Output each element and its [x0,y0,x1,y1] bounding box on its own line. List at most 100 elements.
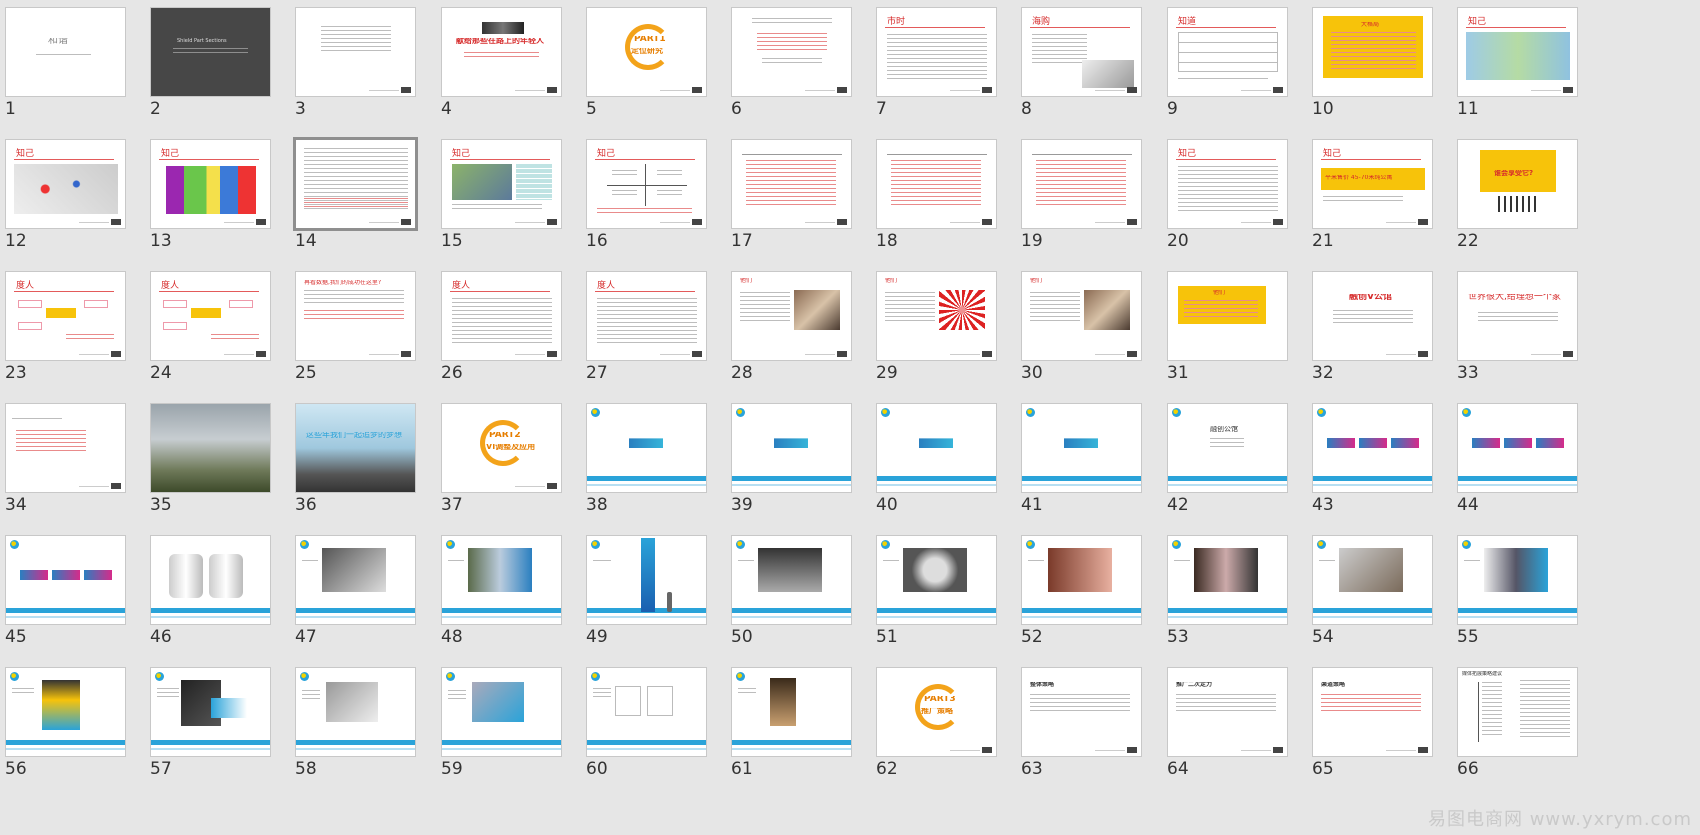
slide-preview[interactable]: 再看数据,我们的成功在这里? [295,271,416,361]
slide-thumbnail-35[interactable]: 35 [145,396,271,536]
slide-preview[interactable]: 他们 [1167,271,1288,361]
slide-thumbnail-66[interactable]: 媒体拓展策略建议 66 [1452,660,1578,800]
slide-thumbnail-56[interactable]: 56 [0,660,126,800]
slide-preview[interactable]: PART1 定位研究 [586,7,707,97]
slide-preview[interactable] [731,403,852,493]
slide-preview[interactable]: 知己 [1457,7,1578,97]
slide-thumbnail-12[interactable]: 知己 12 [0,132,126,272]
slide-preview[interactable] [1021,535,1142,625]
slide-thumbnail-46[interactable]: 46 [145,528,271,668]
slide-thumbnail-32[interactable]: 融创V公馆 32 [1307,264,1433,404]
slide-preview[interactable] [731,139,852,229]
slide-thumbnail-43[interactable]: 43 [1307,396,1433,536]
slide-thumbnail-61[interactable]: 61 [726,660,852,800]
slide-thumbnail-60[interactable]: 60 [581,660,707,800]
slide-thumbnail-57[interactable]: 57 [145,660,271,800]
slide-preview[interactable]: 知己 [1167,139,1288,229]
slide-preview[interactable]: 知己 平米售价 45-70米纯公寓 [1312,139,1433,229]
slide-thumbnail-49[interactable]: 49 [581,528,707,668]
slide-preview[interactable] [150,403,271,493]
slide-thumbnail-59[interactable]: 59 [436,660,562,800]
slide-preview[interactable] [876,139,997,229]
slide-thumbnail-48[interactable]: 48 [436,528,562,668]
slide-thumbnail-36[interactable]: 这些年我们一起追梦的梦想 36 [290,396,416,536]
slide-preview[interactable]: PART2 VI调整及应用 [441,403,562,493]
slide-thumbnail-2[interactable]: Shield Part Sections 2 [145,0,271,140]
slide-thumbnail-6[interactable]: 6 [726,0,852,140]
slide-thumbnail-10[interactable]: 大格局 10 [1307,0,1433,140]
slide-preview[interactable] [441,535,562,625]
slide-thumbnail-50[interactable]: 50 [726,528,852,668]
slide-preview[interactable] [586,535,707,625]
slide-preview[interactable] [1312,403,1433,493]
slide-preview[interactable]: 知己 [441,139,562,229]
slide-preview[interactable]: 度人 [441,271,562,361]
slide-preview[interactable] [295,667,416,757]
slide-preview[interactable]: 融创V公馆 [1312,271,1433,361]
slide-thumbnail-55[interactable]: 55 [1452,528,1578,668]
slide-preview[interactable] [731,7,852,97]
slide-preview[interactable]: PART3 推广策略 [876,667,997,757]
slide-thumbnail-58[interactable]: 58 [290,660,416,800]
slide-preview[interactable] [5,667,126,757]
slide-thumbnail-7[interactable]: 市时 7 [871,0,997,140]
slide-thumbnail-24[interactable]: 度人 24 [145,264,271,404]
slide-thumbnail-62[interactable]: PART3 推广策略 62 [871,660,997,800]
slide-preview[interactable] [1457,535,1578,625]
slide-preview[interactable]: 谁会享受它? [1457,139,1578,229]
slide-thumbnail-39[interactable]: 39 [726,396,852,536]
slide-preview[interactable] [731,535,852,625]
slide-preview[interactable]: 献给那些在路上的年轻人 [441,7,562,97]
slide-thumbnail-13[interactable]: 知己 13 [145,132,271,272]
slide-thumbnail-47[interactable]: 47 [290,528,416,668]
slide-thumbnail-8[interactable]: 海购 8 [1016,0,1142,140]
slide-preview[interactable] [295,535,416,625]
slide-preview[interactable] [876,403,997,493]
slide-thumbnail-22[interactable]: 谁会享受它? 22 [1452,132,1578,272]
slide-thumbnail-18[interactable]: 18 [871,132,997,272]
slide-thumbnail-9[interactable]: 知道 9 [1162,0,1288,140]
slide-thumbnail-14[interactable]: 14 [290,132,418,272]
slide-preview[interactable]: Shield Part Sections [150,7,271,97]
slide-preview[interactable]: 整体策略 [1021,667,1142,757]
slide-thumbnail-51[interactable]: 51 [871,528,997,668]
slide-preview[interactable] [150,667,271,757]
slide-preview[interactable]: 市时 [876,7,997,97]
slide-thumbnail-26[interactable]: 度人 26 [436,264,562,404]
slide-preview[interactable]: 这些年我们一起追梦的梦想 [295,403,416,493]
slide-thumbnail-28[interactable]: 他们 28 [726,264,852,404]
slide-thumbnail-65[interactable]: 渠道策略 65 [1307,660,1433,800]
slide-thumbnail-21[interactable]: 知己 平米售价 45-70米纯公寓 21 [1307,132,1433,272]
slide-thumbnail-38[interactable]: 38 [581,396,707,536]
slide-preview[interactable] [1167,535,1288,625]
slide-preview[interactable]: 媒体拓展策略建议 [1457,667,1578,757]
slide-preview[interactable] [586,667,707,757]
slide-preview[interactable]: 度人 [150,271,271,361]
slide-preview[interactable] [1312,535,1433,625]
slide-preview[interactable] [293,137,418,231]
slide-thumbnail-11[interactable]: 知己 11 [1452,0,1578,140]
slide-thumbnail-4[interactable]: 献给那些在路上的年轻人 4 [436,0,562,140]
slide-thumbnail-41[interactable]: 41 [1016,396,1142,536]
slide-preview[interactable]: 和谐 [5,7,126,97]
slide-thumbnail-63[interactable]: 整体策略 63 [1016,660,1142,800]
slide-thumbnail-53[interactable]: 53 [1162,528,1288,668]
slide-preview[interactable] [586,403,707,493]
slide-thumbnail-64[interactable]: 推广二次定力 64 [1162,660,1288,800]
slide-preview[interactable] [876,535,997,625]
slide-thumbnail-30[interactable]: 他们 30 [1016,264,1142,404]
slide-thumbnail-42[interactable]: 融创公馆 42 [1162,396,1288,536]
slide-thumbnail-1[interactable]: 和谐 1 [0,0,126,140]
slide-thumbnail-33[interactable]: 世界很大,给理想一个家 33 [1452,264,1578,404]
slide-preview[interactable]: 度人 [5,271,126,361]
slide-thumbnail-40[interactable]: 40 [871,396,997,536]
slide-preview[interactable] [5,535,126,625]
slide-thumbnail-25[interactable]: 再看数据,我们的成功在这里? 25 [290,264,416,404]
slide-preview[interactable] [441,667,562,757]
slide-thumbnail-3[interactable]: 3 [290,0,416,140]
slide-preview[interactable] [150,535,271,625]
slide-preview[interactable]: 融创公馆 [1167,403,1288,493]
slide-preview[interactable] [731,667,852,757]
slide-preview[interactable]: 度人 [586,271,707,361]
slide-preview[interactable]: 他们 [731,271,852,361]
